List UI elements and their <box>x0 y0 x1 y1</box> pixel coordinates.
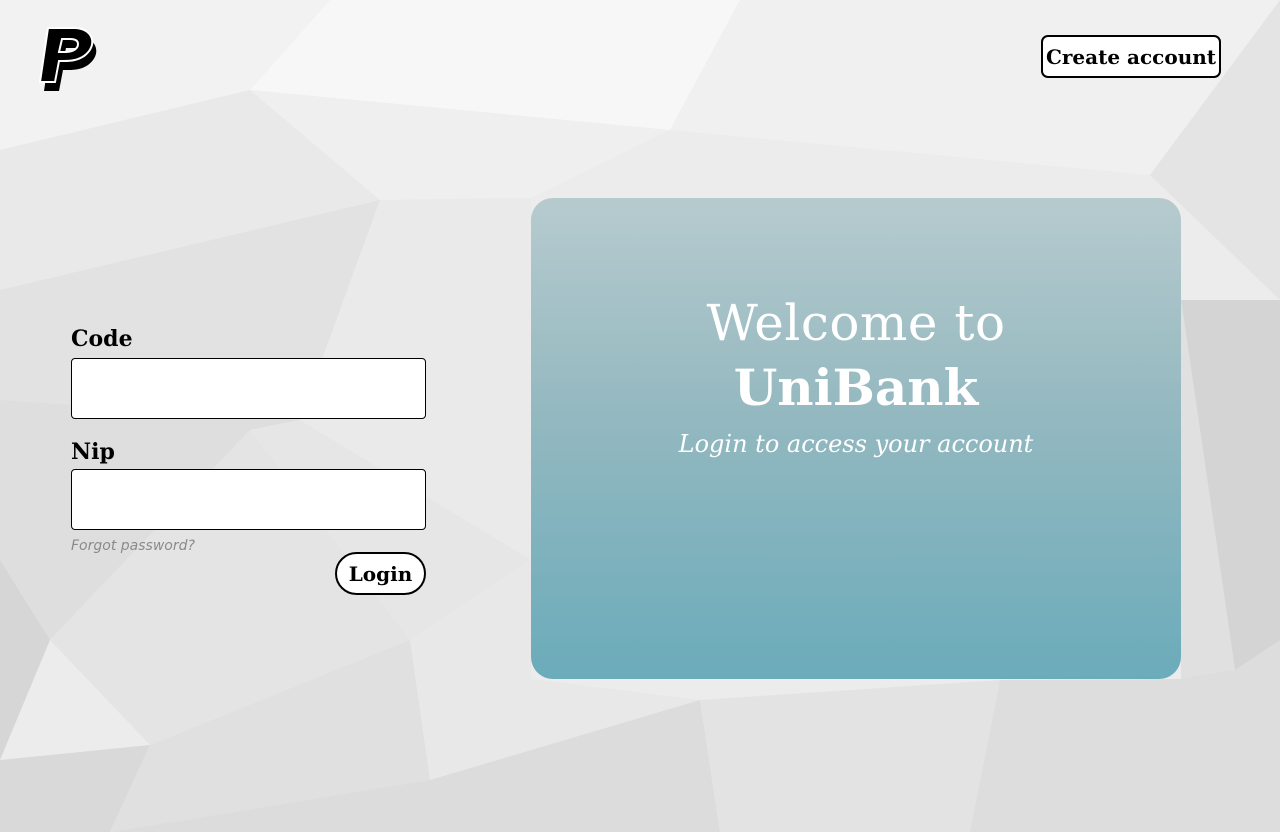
code-label: Code <box>71 326 133 352</box>
create-account-button[interactable]: Create account <box>1041 35 1221 78</box>
login-button[interactable]: Login <box>335 552 426 595</box>
welcome-heading: Welcome to <box>706 294 1006 352</box>
paypal-logo-icon[interactable] <box>34 24 100 92</box>
nip-input[interactable] <box>71 469 426 530</box>
welcome-card: Welcome to UniBank Login to access your … <box>531 198 1181 679</box>
forgot-password-link[interactable]: Forgot password? <box>71 538 195 554</box>
welcome-tagline: Login to access your account <box>678 430 1034 458</box>
brand-name: UniBank <box>733 358 979 417</box>
nip-label: Nip <box>71 439 115 465</box>
code-input[interactable] <box>71 358 426 419</box>
